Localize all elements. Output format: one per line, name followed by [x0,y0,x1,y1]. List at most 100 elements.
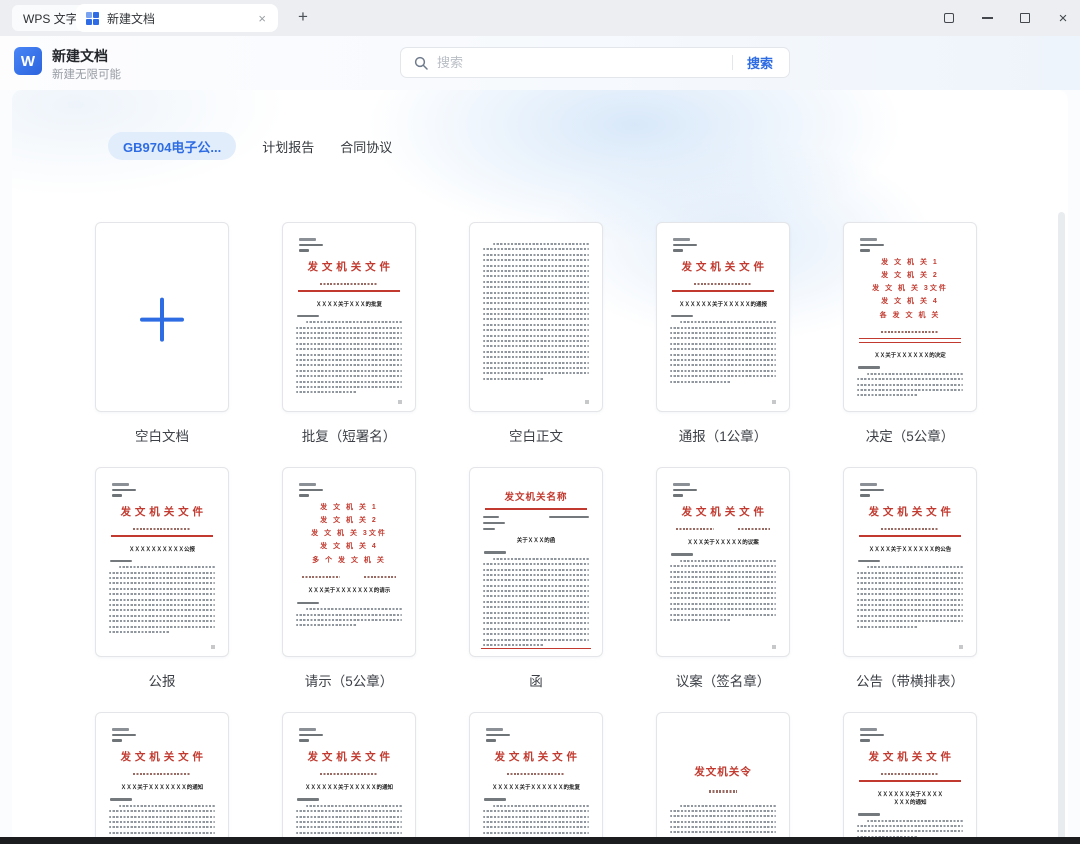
meta-line [860,249,870,252]
minimize-icon[interactable] [980,11,994,25]
template-card[interactable]: 发 文 机 关 文 件ＸＸＸＸ关于ＸＸＸ的批复 [282,222,416,412]
doc-preview [96,223,228,411]
meta-line [860,739,870,742]
body-text-line [680,560,776,562]
doc-red-title: 发 文 机 关 文 件 [670,259,776,274]
document-tab[interactable]: 新建文档 × [76,4,278,32]
template-card[interactable] [469,222,603,412]
doc-heading: ＸＸＸＸＸＸ关于ＸＸＸＸＸ的通报 [670,301,776,309]
body-text-line [296,332,402,334]
body-text-line [670,571,776,573]
body-text-line [483,617,589,619]
template-cell: 发 文 机 关 文 件ＸＸＸ关于ＸＸＸＸＸ的议案议案（签名章） [656,467,790,691]
template-label: 决定（5公章） [843,412,977,446]
body-text-line [483,821,589,823]
doc-red-title: 发 文 机 关 文 件 [296,259,402,274]
template-card[interactable]: 发文机关名称关于ＸＸＸ的函 [469,467,603,657]
tab-contract[interactable]: 合同协议 [340,137,392,156]
template-card[interactable]: 发 文 机 关 1发 文 机 关 2发 文 机 关 3文件发 文 机 关 4各 … [843,222,977,412]
issuing-org-line: 发 文 机 关 2 [296,514,402,527]
template-card[interactable]: 发 文 机 关 文 件ＸＸＸＸＸ关于ＸＸＸＸＸＸ的批复 [469,712,603,844]
page-number-mark [585,400,589,404]
body-text-line [670,826,776,828]
doc-heading: ＸＸＸ关于ＸＸＸＸＸＸＸ的请示 [296,587,402,595]
body-text-line [670,592,776,594]
body-text-line [483,639,589,641]
template-card[interactable] [95,222,229,412]
search-button[interactable]: 搜索 [733,53,789,72]
body-text-line [857,582,963,584]
doc-preview: 发 文 机 关 文 件ＸＸＸＸＸＸ关于ＸＸＸＸＸ的通知 [283,713,415,844]
body-text-line [867,820,963,822]
body-text-line [857,620,963,622]
doc-number-line [320,283,378,286]
body-text-line [670,364,776,366]
body-text-line [670,603,776,605]
body-text-line [483,345,589,347]
issuing-org-list: 发 文 机 关 1发 文 机 关 2发 文 机 关 3文件发 文 机 关 4各 … [857,256,963,322]
template-label: 函 [469,657,603,691]
doc-number-right [364,576,396,579]
red-separator-line [111,535,213,537]
salutation-line [484,798,506,801]
tab-overview-icon[interactable] [942,11,956,25]
template-card[interactable]: 发 文 机 关 文 件ＸＸＸ关于ＸＸＸＸＸＸＸ的通知 [95,712,229,844]
meta-line [860,244,884,247]
body-text-line [296,381,402,383]
doc-heading: ＸＸＸＸ关于ＸＸＸＸＸＸ的公告 [857,546,963,554]
body-text-line [296,354,402,356]
body-text-line [483,302,589,304]
titlebar: WPS 文字 新建文档 × + × [0,0,1080,36]
template-card[interactable]: 发 文 机 关 文 件ＸＸＸ关于ＸＸＸＸＸ的议案 [656,467,790,657]
doc-meta-lines [299,483,402,497]
body-text-line [109,572,215,574]
body-text-line [857,825,963,827]
body-text-line [483,574,589,576]
body-text-line [483,644,544,646]
search-bar[interactable]: 搜索 [400,47,790,78]
maximize-icon[interactable] [1018,11,1032,25]
body-text-line [857,599,963,601]
doc-meta-lines [860,728,963,742]
doc-red-title: 发文机关令 [670,764,776,779]
meta-line [112,489,136,492]
body-text-line [109,816,215,818]
body-text-line [109,620,215,622]
body-text-line [670,614,776,616]
doc-heading: ＸＸＸ关于ＸＸＸＸＸ的议案 [670,539,776,547]
doc-meta-lines [860,483,963,497]
doc-red-title: 发 文 机 关 文 件 [483,749,589,764]
body-text-line [109,609,215,611]
new-tab-button[interactable]: + [292,6,314,28]
tab-close-icon[interactable]: × [256,12,268,25]
meta-line [486,728,503,731]
template-card[interactable]: 发 文 机 关 文 件 ＸＸＸＸＸＸ关于ＸＸＸＸＸ的通报 [656,222,790,412]
body-text-line [867,373,963,375]
template-card[interactable]: 发文机关令 [656,712,790,844]
issuing-org-line: 发 文 机 关 4 [296,540,402,553]
vertical-scrollbar[interactable] [1058,212,1065,844]
doc-meta-lines [860,238,963,252]
doc-number-line [881,528,939,531]
body-text-line [670,381,731,383]
issuing-org-line: 发 文 机 关 3文件 [296,527,402,540]
body-text-line [483,313,589,315]
tab-gb9704[interactable]: GB9704电子公... [108,132,236,160]
search-input[interactable] [437,55,732,70]
body-text-line [857,604,963,606]
template-cell: 发 文 机 关 文 件ＸＸＸ关于ＸＸＸＸＸＸＸ的通知 [95,712,229,844]
body-text-line [483,367,589,369]
close-icon[interactable]: × [1056,11,1070,25]
template-label: 批复（短署名） [282,412,416,446]
template-card[interactable]: 发 文 机 关 文 件ＸＸＸＸ关于ＸＸＸＸＸＸ的公告 [843,467,977,657]
template-card[interactable]: 发 文 机 关 文 件ＸＸＸＸＸＸＸＸＸＸ公报 [95,467,229,657]
body-text-line [670,619,731,621]
tab-plan-report[interactable]: 计划报告 [262,137,314,156]
doc-number-row [670,528,776,531]
template-card[interactable]: 发 文 机 关 文 件ＸＸＸＸＸＸ关于ＸＸＸＸＸ的通知 [282,712,416,844]
template-card[interactable]: 发 文 机 关 1发 文 机 关 2发 文 机 关 3文件发 文 机 关 4多 … [282,467,416,657]
body-text-line [296,337,402,339]
search-icon [414,56,428,70]
template-card[interactable]: 发 文 机 关 文 件ＸＸＸＸＸＸ关于ＸＸＸＸ ＸＸＸ的通知 [843,712,977,844]
body-text-line [109,826,215,828]
